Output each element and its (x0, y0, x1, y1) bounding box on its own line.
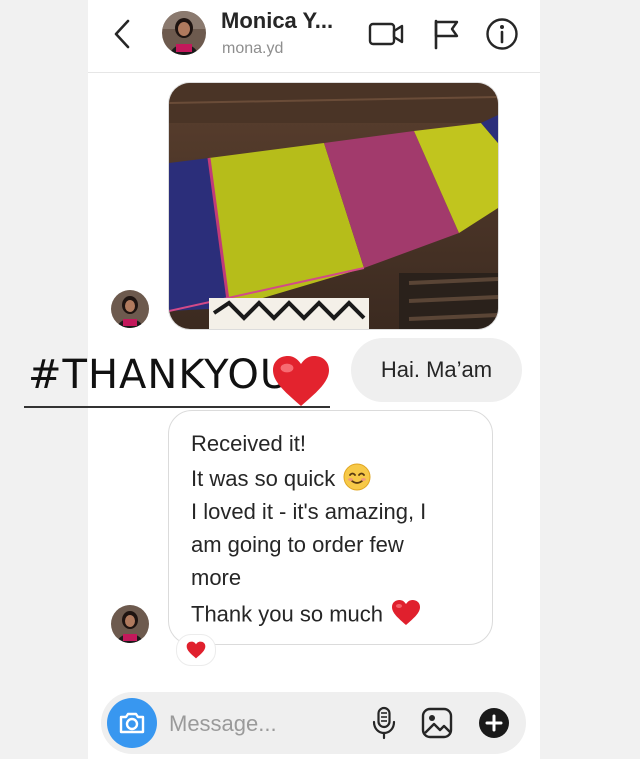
message-line: am going to order few (191, 532, 404, 557)
back-button[interactable] (110, 18, 134, 50)
more-options-button[interactable] (476, 705, 512, 741)
heart-reaction[interactable] (176, 634, 216, 666)
avatar[interactable] (111, 290, 149, 328)
message-input[interactable] (167, 704, 371, 744)
red-heart-emoji (186, 641, 206, 659)
message-line: more (191, 565, 242, 590)
sent-message-bubble[interactable]: Hai. Ma’am (351, 338, 522, 402)
report-button[interactable] (428, 16, 464, 52)
chevron-left-icon (114, 19, 130, 49)
sent-message-text: Hai. Ma’am (380, 357, 493, 382)
info-button[interactable] (484, 16, 520, 52)
red-heart-emoji (271, 353, 331, 409)
message-composer (101, 692, 526, 754)
message-line: Received it! (191, 431, 306, 456)
smiling-face-emoji (343, 463, 371, 497)
video-camera-icon (368, 22, 404, 46)
camera-button[interactable] (107, 698, 157, 748)
contact-username: mona.yd (222, 40, 284, 57)
video-call-button[interactable] (368, 16, 404, 52)
plus-circle-icon (479, 708, 509, 738)
camera-icon (119, 712, 145, 734)
gallery-button[interactable] (419, 705, 455, 741)
info-icon (486, 18, 518, 50)
avatar[interactable] (111, 605, 149, 643)
red-heart-emoji (391, 599, 421, 632)
chat-header: Monica Y... mona.yd (88, 0, 540, 73)
voice-message-button[interactable] (366, 705, 402, 741)
message-line: I loved it - it's amazing, I (191, 499, 427, 524)
flag-icon (434, 19, 459, 50)
message-line: Thank you so much (191, 599, 421, 632)
message-line: It was so quick (191, 463, 371, 497)
shared-photo-message[interactable] (168, 82, 499, 330)
avatar[interactable] (162, 11, 206, 55)
contact-name[interactable]: Monica Y... (221, 8, 333, 34)
gallery-icon (421, 707, 453, 739)
hashtag-overlay: #THANKYOU (28, 352, 291, 398)
received-message-bubble[interactable]: Received it! It was so quick I loved it … (168, 410, 493, 645)
microphone-icon (372, 706, 396, 740)
